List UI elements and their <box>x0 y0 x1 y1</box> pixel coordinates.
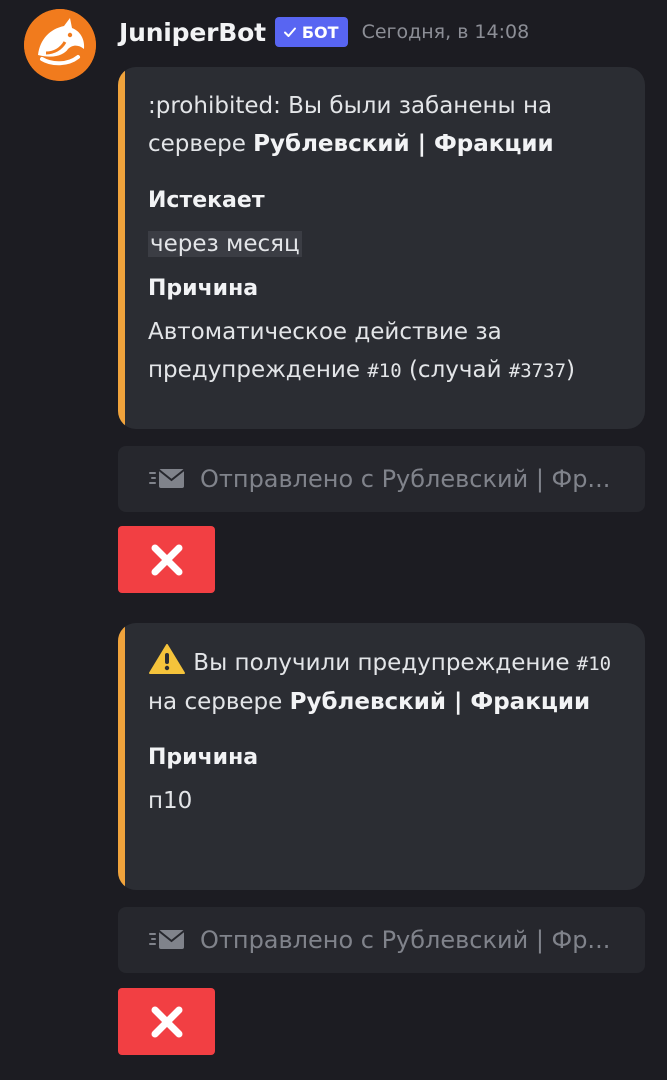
server-name: Рублевский | Фракции <box>253 131 554 157</box>
checkmark-icon <box>283 27 296 37</box>
expires-value: через месяц <box>148 231 302 257</box>
message-timestamp: Сегодня, в 14:08 <box>361 21 530 43</box>
warning-embed: Вы получили предупреждение #10 на сервер… <box>118 623 645 890</box>
field-name-reason: Причина <box>148 276 259 301</box>
envelope-icon <box>149 930 185 949</box>
embed-description-text: Вы получили предупреждение <box>186 650 577 676</box>
username[interactable]: JuniperBot <box>119 18 266 47</box>
warning-number: #10 <box>367 360 402 382</box>
server-name: Рублевский | Фракции <box>289 689 591 715</box>
close-icon <box>151 1006 182 1037</box>
avatar[interactable] <box>24 9 96 81</box>
envelope-icon <box>149 469 185 488</box>
bot-badge-label: БОТ <box>301 22 339 42</box>
sent-from-bar: Отправлено с Рублевский | Фр... <box>118 446 645 512</box>
case-number: #3737 <box>508 360 567 382</box>
fox-icon <box>24 9 96 81</box>
field-name-reason: Причина <box>148 745 259 770</box>
sent-from-text: Отправлено с Рублевский | Фр... <box>200 926 611 954</box>
field-value-expires: через месяц <box>148 225 621 263</box>
sent-from-bar: Отправлено с Рублевский | Фр... <box>118 907 645 973</box>
warning-number: #10 <box>576 653 612 675</box>
embed-description: Вы получили предупреждение #10 на сервер… <box>148 643 621 721</box>
embed-description-mid: на сервере <box>148 689 290 715</box>
warning-icon <box>149 644 185 674</box>
field-name-expires: Истекает <box>148 188 265 213</box>
delete-button[interactable] <box>118 988 215 1055</box>
delete-button[interactable] <box>118 526 215 593</box>
sent-from-text: Отправлено с Рублевский | Фр... <box>200 465 611 493</box>
field-value-reason: п10 <box>148 788 193 814</box>
reason-text-mid: (случай <box>401 357 509 383</box>
message-header: JuniperBot БОТ Сегодня, в 14:08 <box>119 14 529 50</box>
reason-text-end: ) <box>566 357 576 383</box>
field-value-reason: Автоматическое действие за предупреждени… <box>148 313 621 390</box>
ban-embed: :prohibited: Вы были забанены на сервере… <box>118 67 645 429</box>
embed-description: :prohibited: Вы были забанены на сервере… <box>148 87 621 163</box>
bot-badge: БОТ <box>274 17 348 47</box>
close-icon <box>151 544 182 575</box>
